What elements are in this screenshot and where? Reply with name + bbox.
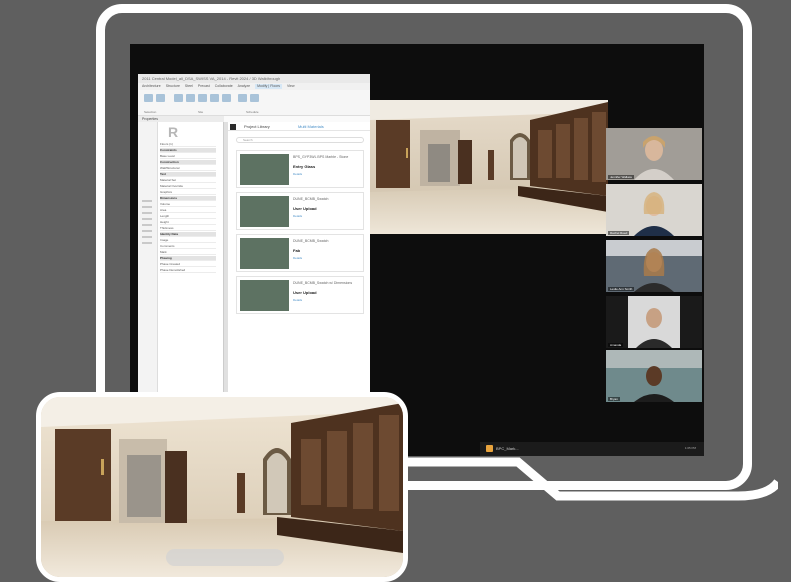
modify-icon[interactable] [144, 94, 153, 102]
details-link[interactable]: Details [293, 298, 302, 302]
cut-icon[interactable] [174, 94, 183, 102]
property-group-header[interactable]: Constraints [160, 148, 216, 153]
material-thumbnail [240, 154, 289, 185]
ribbon-tabs: Architecture Structure Steel Precast Col… [138, 83, 370, 90]
participant-video[interactable]: Leslie Ann Smith [606, 240, 702, 292]
taskbar-app-label[interactable]: BPC_Mark... [496, 446, 519, 451]
details-link[interactable]: Details [293, 256, 302, 260]
tab-steel[interactable]: Steel [185, 84, 193, 89]
property-row[interactable]: Graphics [160, 190, 216, 195]
material-subtitle: User Upload [293, 290, 317, 295]
material-thumbnail [240, 238, 289, 269]
lobby-3d-view[interactable] [370, 100, 608, 234]
property-row[interactable]: Material Set [160, 178, 216, 183]
app-taskbar-icon[interactable] [486, 445, 493, 452]
window-title: 2011 Central Model_all_DSA_SWISS VA_2014… [138, 74, 370, 83]
material-thumbnail [240, 196, 289, 227]
tab-architecture[interactable]: Architecture [142, 84, 161, 89]
ribbon-group-selection: Selection [144, 110, 157, 114]
details-link[interactable]: Details [293, 214, 302, 218]
participant-name: Jennifer Wallace [608, 175, 635, 179]
tab-collaborate[interactable]: Collaborate [215, 84, 233, 89]
laptop-base [408, 457, 778, 501]
material-name: BPS_GYP3WL BPS Marble - Stone [293, 155, 349, 159]
paste-icon[interactable] [156, 94, 165, 102]
taskbar-clock: 1:05 PM [684, 446, 696, 450]
property-row[interactable]: Wall/Structural [160, 166, 216, 171]
walkthrough-render-card[interactable] [36, 392, 408, 582]
home-indicator-bar[interactable] [166, 549, 284, 566]
property-row[interactable]: Floors (1) [160, 142, 216, 147]
property-group-header[interactable]: Text [160, 172, 216, 177]
property-group-header[interactable]: Phasing [160, 256, 216, 261]
participant-video[interactable]: Rachel Reed [606, 184, 702, 236]
material-card[interactable]: DUNE_BCMB_Swatch User Upload Details [236, 192, 364, 230]
material-subtitle: Entry Glass [293, 164, 316, 169]
participant-video[interactable]: Jennifer Wallace [606, 128, 702, 180]
property-row[interactable]: Area [160, 208, 216, 213]
library-search-input[interactable]: Search [236, 137, 364, 143]
ribbon-group-schedule: Schedule [246, 110, 259, 114]
property-group-header[interactable]: Dimensions [160, 196, 216, 201]
participant-name: Amanda [608, 343, 624, 347]
material-subtitle: Fab [293, 248, 301, 253]
tab-modify-floors[interactable]: Modify | Floors [255, 84, 282, 89]
tab-analyze[interactable]: Analyze [238, 84, 250, 89]
participant-name: Bryan [608, 397, 620, 401]
participant-video[interactable]: Bryan [606, 350, 702, 402]
tab-multi-materials[interactable]: Multi Materials [298, 124, 324, 129]
material-card[interactable]: DUNE_BCMB_Swatch Fab Details [236, 234, 364, 272]
material-subtitle: User Upload [293, 206, 317, 211]
material-name: DUNE_BCMB_Swatch [293, 239, 329, 243]
taskbar: BPC_Mark... 1:05 PM [480, 442, 704, 456]
details-link[interactable]: Details [293, 172, 302, 176]
property-row[interactable]: Thickness [160, 226, 216, 231]
tab-project-library[interactable]: Project Library [244, 124, 270, 129]
tab-precast[interactable]: Precast [198, 84, 210, 89]
property-row[interactable]: Phase Demolished [160, 268, 216, 273]
property-row[interactable]: Volume [160, 202, 216, 207]
property-row[interactable]: Length [160, 214, 216, 219]
property-row[interactable]: Comments [160, 244, 216, 249]
property-row[interactable]: Mark [160, 250, 216, 255]
join-icon[interactable] [186, 94, 195, 102]
material-name: DUNE_BCMB_Swatch w/ Dimensions [293, 281, 353, 285]
ribbon: Selection Site Schedule [138, 90, 370, 116]
property-row[interactable]: Base Level [160, 154, 216, 159]
tab-structure[interactable]: Structure [166, 84, 180, 89]
property-group-header[interactable]: Construction [160, 160, 216, 165]
app-logo-icon [230, 124, 236, 130]
property-row[interactable]: Image [160, 238, 216, 243]
ribbon-group-site: Site [198, 110, 204, 114]
participant-name: Leslie Ann Smith [608, 287, 635, 291]
property-group-header[interactable]: Identity Data [160, 232, 216, 237]
property-row[interactable]: Phase Created [160, 262, 216, 267]
rotate-icon[interactable] [198, 94, 207, 102]
revit-window: 2011 Central Model_all_DSA_SWISS VA_2014… [138, 74, 370, 442]
material-thumbnail [240, 280, 289, 311]
property-row[interactable]: Height [160, 220, 216, 225]
tab-view[interactable]: View [287, 84, 295, 89]
material-card[interactable]: DUNE_BCMB_Swatch w/ Dimensions User Uplo… [236, 276, 364, 314]
property-row[interactable]: Material Override [160, 184, 216, 189]
participant-video[interactable]: Amanda [606, 296, 702, 348]
mirror-icon[interactable] [222, 94, 231, 102]
revit-logo: R [168, 124, 179, 140]
material-card[interactable]: BPS_GYP3WL BPS Marble - Stone Entry Glas… [236, 150, 364, 188]
edit-boundary-icon[interactable] [210, 94, 219, 102]
library-header: Project Library Multi Materials [228, 122, 370, 131]
shape-edit-icon[interactable] [238, 94, 247, 102]
schedule-icon[interactable] [250, 94, 259, 102]
material-name: DUNE_BCMB_Swatch [293, 197, 329, 201]
participant-name: Rachel Reed [608, 231, 630, 235]
